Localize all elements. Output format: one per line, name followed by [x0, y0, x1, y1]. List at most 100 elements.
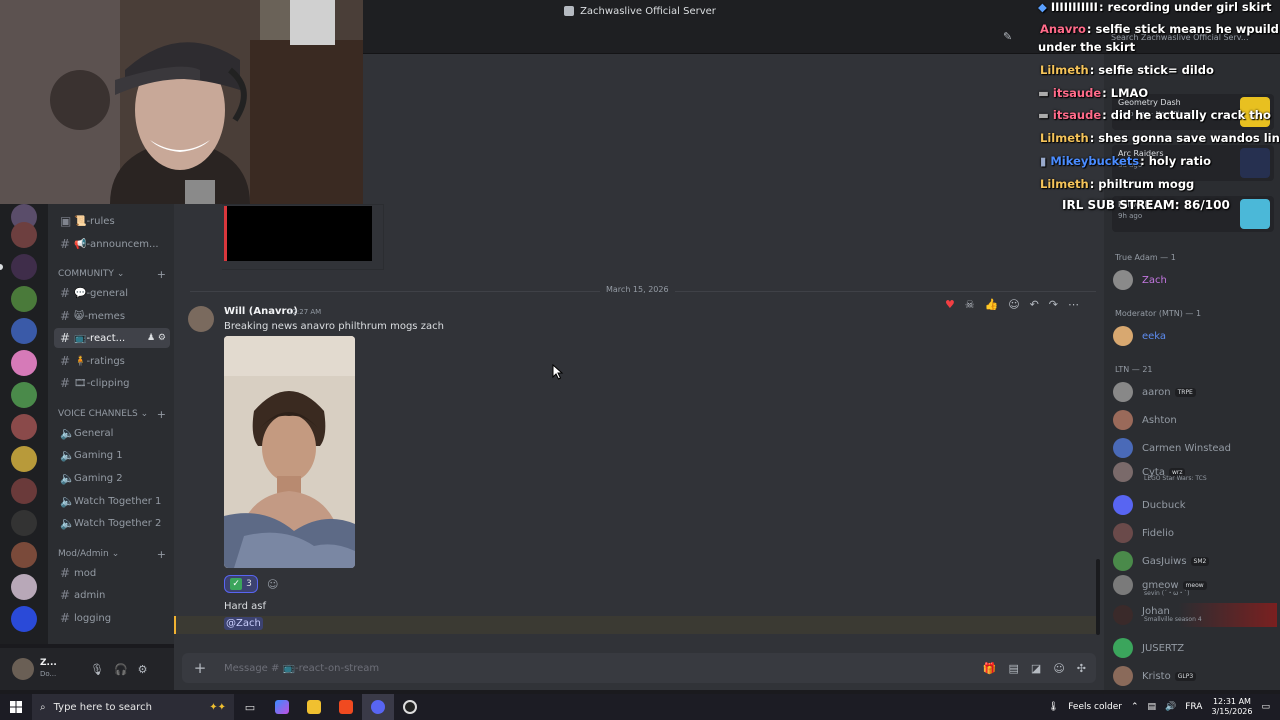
server-icon[interactable]	[11, 286, 37, 312]
sticker-icon[interactable]: ◪	[1031, 662, 1041, 675]
voice-channel-watch-together-1[interactable]: 🔈 Watch Together 1	[54, 491, 170, 511]
member-item[interactable]: Zach	[1113, 268, 1277, 292]
server-icon[interactable]	[11, 382, 37, 408]
file-explorer-icon[interactable]	[298, 694, 330, 720]
clock[interactable]: 12:31 AM 3/15/2026	[1211, 697, 1252, 717]
add-reaction-icon[interactable]: ☺	[1008, 298, 1019, 311]
discord-icon[interactable]	[362, 694, 394, 720]
emoji-icon[interactable]: ☺	[1053, 662, 1064, 675]
channel-ratings[interactable]: # 🧍-ratings	[54, 351, 170, 371]
pin-icon[interactable]: ✎	[1003, 30, 1012, 43]
taskbar-search[interactable]: ⌕ Type here to search ✦✦	[32, 694, 234, 720]
forward-icon[interactable]: ↷	[1049, 298, 1058, 311]
server-icon[interactable]	[11, 478, 37, 504]
category-community[interactable]: COMMUNITY ⌄ +	[58, 268, 166, 281]
member-item[interactable]: Johan Smallville season 4	[1113, 603, 1277, 627]
stream-chat-line: ▮ Mikeybuckets: holy ratio	[1040, 154, 1211, 168]
skull-reaction-icon[interactable]: ☠	[965, 298, 975, 311]
gif-icon[interactable]: ▤	[1009, 662, 1019, 675]
avatar[interactable]	[12, 658, 34, 680]
voice-channel-gaming-2[interactable]: 🔈 Gaming 2	[54, 468, 170, 488]
server-icon[interactable]	[11, 446, 37, 472]
thumbs-up-reaction-icon[interactable]: 👍	[985, 298, 999, 311]
reply-icon[interactable]: ↶	[1030, 298, 1039, 311]
channel-react-on-stream[interactable]: # 📺-react... ♟ ⚙	[54, 328, 170, 348]
notification-icon[interactable]: ▭	[1261, 702, 1270, 712]
category-mod-admin[interactable]: Mod/Admin ⌄ +	[58, 548, 166, 561]
chat-scrollbar[interactable]	[1096, 559, 1100, 635]
headphones-icon[interactable]: 🎧	[114, 663, 128, 676]
channel-logging[interactable]: # logging	[54, 608, 170, 628]
member-item[interactable]: eeka	[1113, 324, 1277, 348]
member-name: GasJuiws	[1142, 555, 1187, 567]
weather-text[interactable]: Feels colder	[1068, 702, 1122, 712]
upload-plus-icon[interactable]: +	[182, 659, 218, 677]
member-item[interactable]: Kristo GLP3	[1113, 664, 1277, 688]
avatar[interactable]	[188, 306, 214, 332]
add-channel-icon[interactable]: +	[157, 548, 166, 561]
chat-username: Lilmeth	[1040, 177, 1089, 191]
channel-announcements[interactable]: # 📢-announcem...	[54, 234, 170, 254]
server-icon[interactable]	[11, 222, 37, 248]
user-name[interactable]: Z... Do...	[40, 658, 80, 680]
member-item[interactable]: JUSERTZ	[1113, 636, 1277, 660]
gift-icon[interactable]: 🎁	[983, 662, 997, 675]
weather-icon[interactable]: 🌡	[1048, 702, 1059, 712]
server-icon[interactable]	[11, 318, 37, 344]
user-mention[interactable]: @Zach	[224, 617, 263, 630]
channel-settings-icon[interactable]: ♟ ⚙	[147, 333, 166, 343]
server-icon[interactable]	[11, 542, 37, 568]
channel-rules[interactable]: ▣ 📜-rules	[54, 211, 170, 231]
hash-icon: #	[60, 354, 71, 368]
voice-channel-watch-together-2[interactable]: 🔈 Watch Together 2	[54, 513, 170, 533]
brave-browser-icon[interactable]	[330, 694, 362, 720]
message-input[interactable]: Message # 📺-react-on-stream	[224, 663, 379, 674]
network-icon[interactable]: ▤	[1147, 702, 1156, 712]
message-author[interactable]: Will (Anavro)	[224, 306, 298, 317]
server-icon[interactable]	[11, 254, 37, 280]
guild-tag: SM2	[1190, 556, 1210, 566]
reaction-check[interactable]: ✓ 3	[224, 575, 258, 593]
copilot-icon[interactable]	[266, 694, 298, 720]
server-icon[interactable]	[11, 414, 37, 440]
voice-channel-gaming-1[interactable]: 🔈 Gaming 1	[54, 445, 170, 465]
channel-general[interactable]: # 💬-general	[54, 283, 170, 303]
add-reaction-icon[interactable]: ☺	[267, 578, 278, 591]
member-item[interactable]: Ducbuck	[1113, 493, 1277, 517]
channel-admin[interactable]: # admin	[54, 585, 170, 605]
member-item[interactable]: GasJuiws SM2	[1113, 549, 1277, 573]
server-icon[interactable]	[11, 510, 37, 536]
add-channel-icon[interactable]: +	[157, 268, 166, 281]
add-channel-icon[interactable]: +	[157, 408, 166, 421]
channel-clipping[interactable]: # 🎞-clipping	[54, 373, 170, 393]
task-view-icon[interactable]: ▭	[234, 694, 266, 720]
message-image[interactable]	[224, 336, 355, 568]
server-icon[interactable]	[11, 350, 37, 376]
voice-channel-general[interactable]: 🔈 General	[54, 423, 170, 443]
more-options-icon[interactable]: ⋯	[1068, 298, 1079, 311]
member-item[interactable]: Carmen Winstead	[1113, 436, 1277, 460]
message-composer[interactable]: + Message # 📺-react-on-stream 🎁 ▤ ◪ ☺ ✣	[182, 653, 1096, 683]
member-item[interactable]: Fidelio	[1113, 521, 1277, 545]
member-item[interactable]: Cyta wrz LEGO Star Wars: TCS	[1113, 460, 1277, 484]
chat-message: : did he actually crack tho	[1102, 108, 1271, 122]
heart-reaction-icon[interactable]: ♥	[945, 298, 955, 311]
language-indicator[interactable]: FRA	[1185, 702, 1202, 712]
member-item[interactable]: Ashton	[1113, 408, 1277, 432]
gear-icon[interactable]: ⚙	[138, 663, 148, 676]
obs-icon[interactable]	[394, 694, 426, 720]
role-header: Moderator (MTN) — 1	[1115, 309, 1202, 318]
apps-icon[interactable]: ✣	[1077, 662, 1086, 675]
volume-icon[interactable]: 🔊	[1165, 702, 1176, 712]
channel-memes[interactable]: # 😸-memes	[54, 306, 170, 326]
windows-start-icon[interactable]	[0, 694, 32, 720]
member-item[interactable]: aaron TRPE	[1113, 380, 1277, 404]
channel-mod[interactable]: # mod	[54, 563, 170, 583]
tray-arrow-icon[interactable]: ⌃	[1131, 702, 1139, 712]
server-icon[interactable]	[11, 574, 37, 600]
previous-embed-video[interactable]	[224, 206, 372, 261]
server-icon[interactable]	[11, 606, 37, 632]
category-voice[interactable]: VOICE CHANNELS ⌄ +	[58, 408, 166, 421]
microphone-icon[interactable]: 🎙	[90, 663, 104, 676]
member-item[interactable]: gmeow meow sevin (´・ω・`)	[1113, 573, 1277, 597]
